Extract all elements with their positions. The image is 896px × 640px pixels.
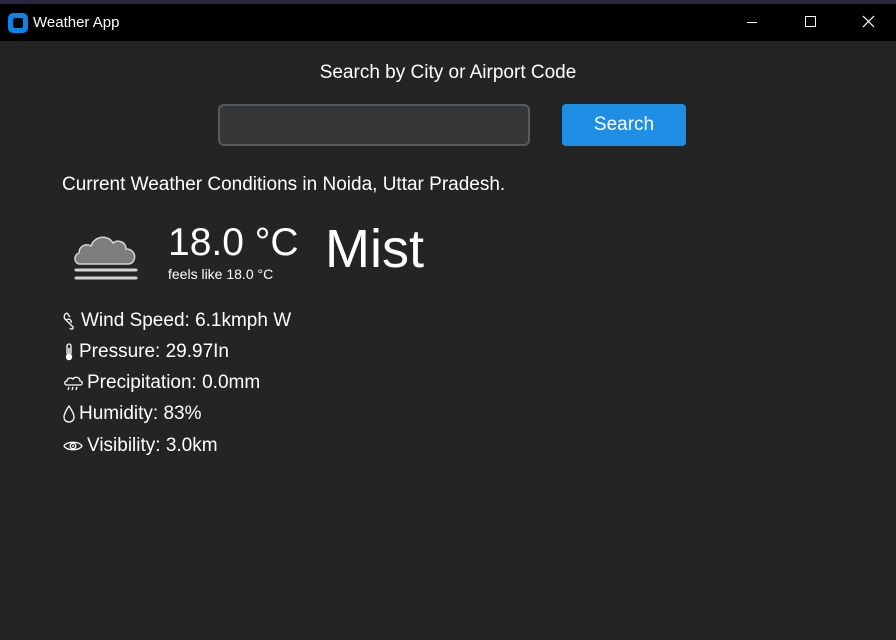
eye-icon (62, 436, 84, 456)
humidity-row: Humidity: 83% (62, 403, 202, 427)
cloud-fog-icon (70, 222, 142, 286)
minimize-button[interactable] (724, 4, 780, 41)
visibility-text: Visibility: 3.0km (87, 435, 218, 456)
pressure-text: Pressure: 29.97In (79, 341, 229, 362)
search-button[interactable]: Search (562, 104, 686, 146)
title-bar[interactable]: Weather App (0, 4, 896, 41)
wind-speed-row: Wind Speed: 6.1kmph W (62, 310, 291, 334)
weather-condition: Mist (325, 219, 424, 279)
app-window: Weather App Search by City or Airport Co… (0, 0, 896, 640)
app-icon (8, 13, 28, 33)
window-title: Weather App (33, 14, 120, 31)
maximize-button[interactable] (782, 4, 838, 41)
temperature-value: 18.0 °C (168, 221, 299, 264)
search-heading: Search by City or Airport Code (319, 62, 577, 83)
visibility-row: Visibility: 3.0km (62, 435, 218, 459)
pressure-row: Pressure: 29.97In (62, 341, 229, 365)
precipitation-text: Precipitation: 0.0mm (87, 372, 261, 393)
rain-cloud-icon (62, 373, 84, 393)
thermometer-icon (62, 342, 76, 362)
precipitation-row: Precipitation: 0.0mm (62, 372, 260, 396)
wind-speed-text: Wind Speed: 6.1kmph W (81, 310, 292, 331)
location-heading: Current Weather Conditions in Noida, Utt… (62, 174, 506, 195)
close-button[interactable] (840, 4, 896, 41)
close-icon (862, 15, 875, 28)
feels-like-text: feels like 18.0 °C (168, 266, 274, 282)
search-input[interactable] (218, 104, 530, 146)
droplet-icon (62, 404, 76, 424)
maximize-icon (805, 16, 816, 27)
minimize-icon (747, 22, 757, 23)
wind-icon (62, 311, 78, 331)
humidity-text: Humidity: 83% (79, 403, 202, 424)
